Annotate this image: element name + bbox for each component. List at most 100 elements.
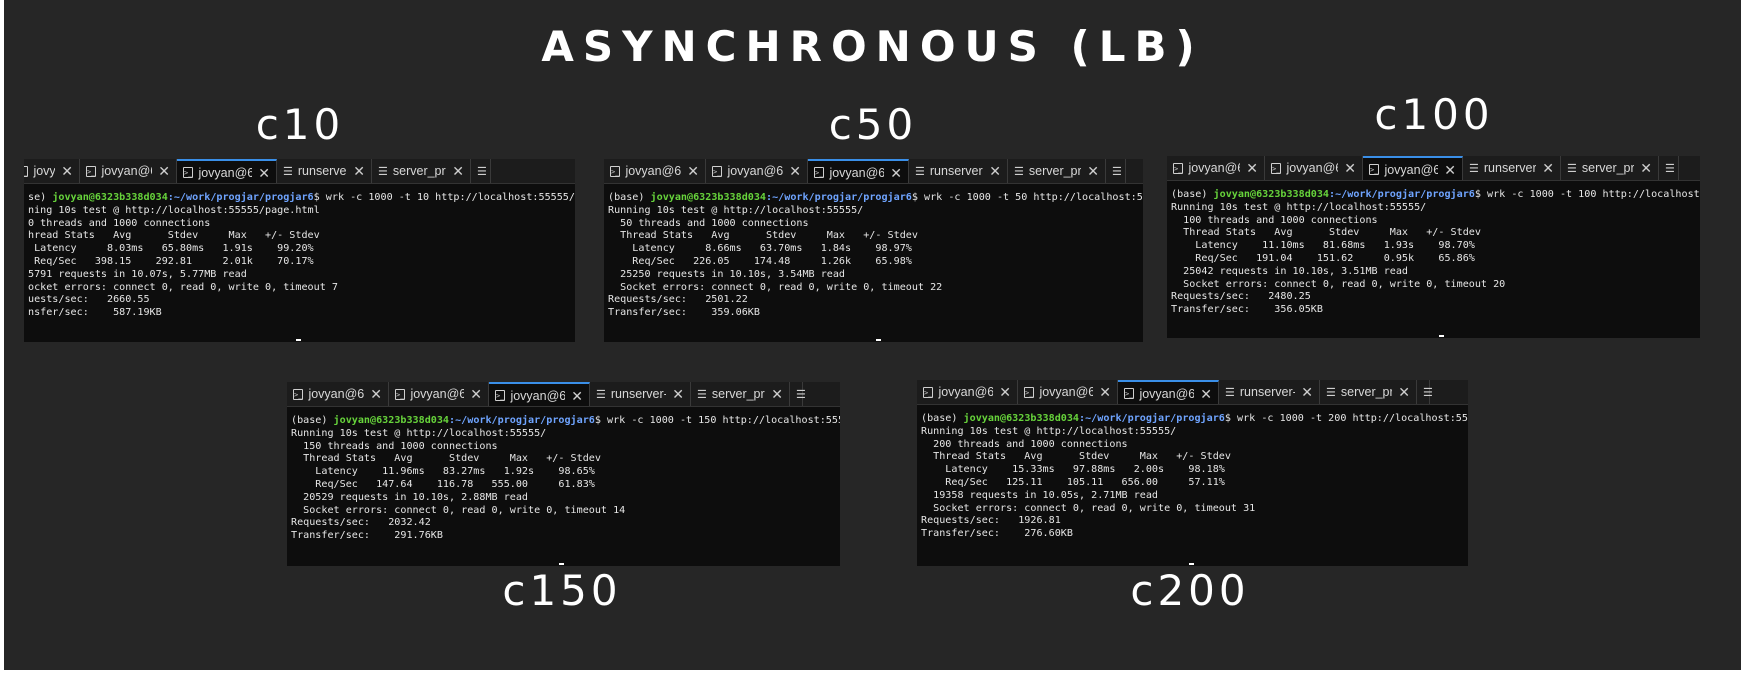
tab-label: jovyan@632 xyxy=(1139,386,1194,401)
close-icon[interactable]: ✕ xyxy=(890,166,902,180)
terminal-tab[interactable]: ☰ runserver-pr ✕ xyxy=(1463,156,1561,180)
tab-label: jovyan@632 xyxy=(308,387,365,401)
tab-overflow[interactable]: ☰ xyxy=(471,159,491,183)
terminal-cursor xyxy=(296,339,301,341)
close-icon[interactable]: ✕ xyxy=(999,385,1011,399)
tab-label: jovyan@632 xyxy=(33,164,56,178)
terminal-tab[interactable]: ☰ server_proce ✕ xyxy=(1320,380,1417,404)
tab-label: server_proce xyxy=(711,387,765,401)
close-icon[interactable]: ✕ xyxy=(771,387,783,401)
tab-bar: >_jovyan@632✕>_jovyan@632✕>_jovyan@632✕☰… xyxy=(24,159,575,184)
terminal-icon: >_ xyxy=(1271,162,1282,174)
close-icon[interactable]: ✕ xyxy=(61,164,73,178)
tab-label: jovyan@632 xyxy=(625,164,682,178)
tab-overflow[interactable]: ☰ xyxy=(790,382,806,406)
close-icon[interactable]: ✕ xyxy=(1087,164,1099,178)
terminal-tab[interactable]: >_ jovyan@632 ✕ xyxy=(389,382,489,406)
slide-title: ASYNCHRONOUS (LB) xyxy=(541,22,1204,71)
terminal-tab[interactable]: ☰ runserver-pr ✕ xyxy=(590,382,691,406)
terminal-tab[interactable]: >_ jovyan@632 ✕ xyxy=(917,380,1018,404)
tab-label: runserver-pr xyxy=(929,164,983,178)
output-line: Latency 15.33ms 97.88ms 2.00s 98.18% xyxy=(921,464,1225,476)
output-line: Req/Sec 147.64 116.78 555.00 61.83% xyxy=(291,478,595,490)
close-icon[interactable]: ✕ xyxy=(1542,161,1554,175)
terminal-tab[interactable]: ☰ runserver-pr ✕ xyxy=(909,159,1008,183)
command-line: (base) jovyan@6323b338d034:~/work/progja… xyxy=(608,192,1143,205)
terminal-cursor xyxy=(876,339,881,341)
prompt-user: jovyan@6323b338d034 xyxy=(650,192,767,203)
tab-label: jovyan@632 xyxy=(1286,161,1338,175)
document-icon: ☰ xyxy=(1469,161,1479,175)
close-icon[interactable]: ✕ xyxy=(1444,163,1456,177)
tab-label: runserver-pr xyxy=(610,387,666,401)
terminal-tab[interactable]: ☰ server_proce ✕ xyxy=(1008,159,1106,183)
terminal-tab[interactable]: ☰ server_proce ✕ xyxy=(691,382,790,406)
close-icon[interactable]: ✕ xyxy=(1344,161,1356,175)
terminal-icon: >_ xyxy=(293,388,304,400)
terminal-tab[interactable]: >_ jovyan@632 ✕ xyxy=(80,159,177,183)
terminal-tab[interactable]: ☰ runserver-pr ✕ xyxy=(277,159,372,183)
close-icon[interactable]: ✕ xyxy=(989,164,1001,178)
close-icon[interactable]: ✕ xyxy=(1301,385,1313,399)
terminal-tab[interactable]: >_ jovyan@632 ✕ xyxy=(177,159,277,183)
terminal-tab[interactable]: >_ jovyan@632 ✕ xyxy=(808,159,909,183)
command-line: (base) jovyan@6323b338d034:~/work/progja… xyxy=(1171,189,1700,202)
terminal-tab[interactable]: ☰ server_proce ✕ xyxy=(372,159,471,183)
terminal-icon: >_ xyxy=(183,167,194,178)
tab-overflow[interactable]: ☰ xyxy=(1417,380,1433,404)
command-text: $ wrk -c 1000 -t 150 http://localhost:55… xyxy=(594,415,840,426)
prompt-path: :~/work/progjar/progjar6 xyxy=(1079,413,1225,424)
prompt-user: jovyan@6323b338d034 xyxy=(52,192,168,203)
document-icon: ☰ xyxy=(1225,385,1235,399)
tab-label: server_proce xyxy=(1340,385,1393,399)
tab-label: jovyan@632 xyxy=(510,388,565,403)
close-icon[interactable]: ✕ xyxy=(789,164,801,178)
close-icon[interactable]: ✕ xyxy=(1246,161,1258,175)
terminal-tab[interactable]: >_ jovyan@632 ✕ xyxy=(287,382,389,406)
close-icon[interactable]: ✕ xyxy=(1398,385,1410,399)
close-icon[interactable]: ✕ xyxy=(1099,385,1111,399)
command-line: se) jovyan@6323b338d034:~/work/progjar/p… xyxy=(28,192,575,205)
close-icon[interactable]: ✕ xyxy=(370,387,382,401)
output-line: 200 threads and 1000 connections xyxy=(921,438,1128,450)
terminal-tab[interactable]: >_ jovyan@632 ✕ xyxy=(1167,156,1265,180)
terminal-tab[interactable]: >_ jovyan@632 ✕ xyxy=(1363,156,1463,180)
terminal-tab[interactable]: >_ jovyan@632 ✕ xyxy=(24,159,80,183)
close-icon[interactable]: ✕ xyxy=(158,164,170,178)
terminal-tab[interactable]: >_ jovyan@632 ✕ xyxy=(1265,156,1363,180)
terminal-tab[interactable]: ☰ runserver-pr ✕ xyxy=(1219,380,1320,404)
terminal-icon: >_ xyxy=(923,386,934,398)
output-line: Thread Stats Avg Stdev Max +/- Stdev xyxy=(608,230,918,242)
close-icon[interactable]: ✕ xyxy=(470,387,482,401)
terminal-window: >_jovyan@632✕>_jovyan@632✕>_jovyan@632✕☰… xyxy=(1167,156,1700,338)
output-line: 50 threads and 1000 connections xyxy=(608,217,809,229)
tab-label: jovyan@632 xyxy=(198,165,252,180)
close-icon[interactable]: ✕ xyxy=(1200,387,1212,401)
terminal-tab[interactable]: >_ jovyan@632 ✕ xyxy=(706,159,808,183)
close-icon[interactable]: ✕ xyxy=(353,164,365,178)
close-icon[interactable]: ✕ xyxy=(452,164,464,178)
terminal-output: (base) jovyan@6323b338d034:~/work/progja… xyxy=(917,409,1468,566)
terminal-icon: >_ xyxy=(495,390,506,401)
prompt-path: :~/work/progjar/progjar6 xyxy=(167,192,314,203)
panel-label: c50 xyxy=(828,100,918,149)
terminal-tab[interactable]: >_ jovyan@632 ✕ xyxy=(1118,380,1219,404)
close-icon[interactable]: ✕ xyxy=(687,164,699,178)
output-line: Latency 11.10ms 81.68ms 1.93s 98.70% xyxy=(1171,240,1475,252)
tab-overflow[interactable]: ☰ xyxy=(1106,159,1126,183)
document-icon: ☰ xyxy=(477,164,487,178)
output-line: ning 10s test @ http://localhost:55555/p… xyxy=(28,204,320,216)
terminal-window: >_jovyan@632✕>_jovyan@632✕>_jovyan@632✕☰… xyxy=(604,159,1143,342)
close-icon[interactable]: ✕ xyxy=(258,166,270,180)
terminal-tab[interactable]: >_ jovyan@632 ✕ xyxy=(604,159,706,183)
terminal-tab[interactable]: >_ jovyan@632 ✕ xyxy=(489,382,590,406)
terminal-tab[interactable]: >_ jovyan@632 ✕ xyxy=(1018,380,1118,404)
output-line: Transfer/sec: 276.60KB xyxy=(921,528,1073,540)
close-icon[interactable]: ✕ xyxy=(672,387,684,401)
tab-label: server_proce xyxy=(1028,164,1082,178)
close-icon[interactable]: ✕ xyxy=(1640,161,1652,175)
output-line: ocket errors: connect 0, read 0, write 0… xyxy=(28,281,338,293)
tab-overflow[interactable]: ☰ xyxy=(1659,156,1679,180)
close-icon[interactable]: ✕ xyxy=(571,389,583,403)
terminal-tab[interactable]: ☰ server_proce ✕ xyxy=(1561,156,1659,180)
